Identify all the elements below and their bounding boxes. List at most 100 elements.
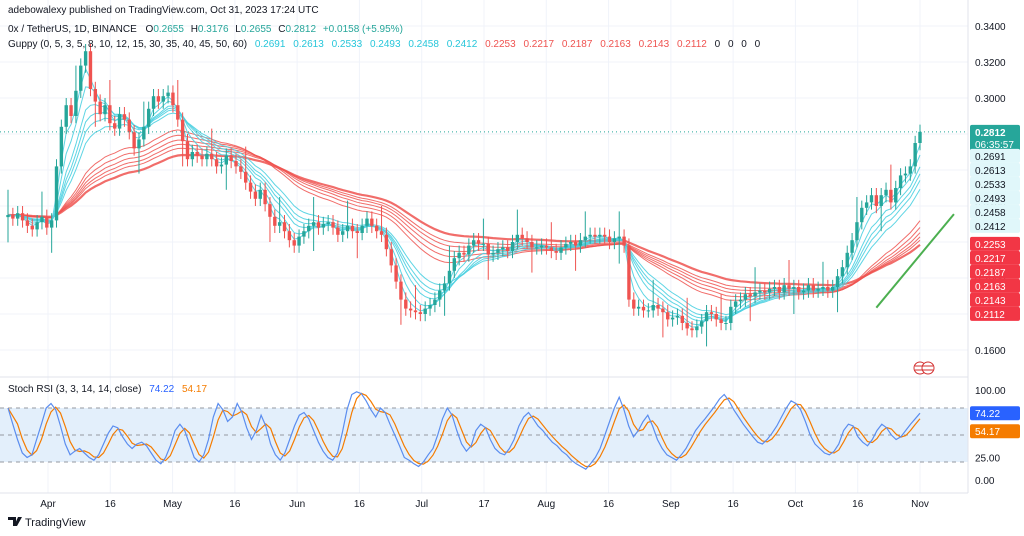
candle-body xyxy=(554,251,558,253)
candle-body xyxy=(205,153,209,160)
candle-body xyxy=(840,267,845,277)
stoch-tick-label: 0.00 xyxy=(975,476,995,487)
candle-body xyxy=(544,245,549,248)
candle-body xyxy=(180,119,185,142)
candle-body xyxy=(816,288,820,291)
candle-body xyxy=(35,222,39,230)
candle-body xyxy=(384,234,389,250)
candle-body xyxy=(326,222,330,224)
candle-body xyxy=(418,312,423,314)
stoch-legend[interactable]: Stoch RSI (3, 3, 14, 14, close) 74.22 54… xyxy=(8,384,207,395)
candle-body xyxy=(496,249,500,253)
ohlc-close: 0.2812 xyxy=(285,24,316,35)
candle-body xyxy=(195,152,199,156)
candle-body xyxy=(811,285,815,291)
candle-body xyxy=(714,314,718,320)
short-ema-tag: 0.2691 xyxy=(975,152,1006,163)
time-tick-label: Sep xyxy=(662,499,680,510)
stoch-d-value: 54.17 xyxy=(182,384,207,395)
candle-body xyxy=(903,173,908,176)
candle-body xyxy=(413,310,418,313)
ohlc-low: 0.2655 xyxy=(241,24,272,35)
candle-body xyxy=(690,328,694,331)
candle-body xyxy=(161,96,165,102)
candle-body xyxy=(79,65,83,91)
candle-body xyxy=(539,245,544,248)
candle-body xyxy=(850,240,854,253)
candle-body xyxy=(806,285,811,291)
candle-body xyxy=(20,213,25,221)
tradingview-logo-icon xyxy=(8,517,22,526)
candle-body xyxy=(505,247,510,251)
candle-body xyxy=(598,234,602,237)
candle-body xyxy=(210,153,214,160)
candle-body xyxy=(675,315,680,318)
price-tag-value: 0.2812 xyxy=(975,128,1006,139)
candle-body xyxy=(127,119,131,133)
time-tick-label: Oct xyxy=(788,499,804,510)
time-tick-label: 16 xyxy=(354,499,366,510)
candle-body xyxy=(457,252,461,259)
candle-body xyxy=(117,114,122,129)
candle-body xyxy=(826,287,830,291)
candle-body xyxy=(433,299,437,305)
candle-body xyxy=(491,252,495,255)
candle-body xyxy=(709,312,714,314)
guppy-long-2: 0.2187 xyxy=(562,39,593,50)
candle-body xyxy=(884,189,888,196)
candle-body xyxy=(171,92,175,106)
candle-body xyxy=(733,301,738,307)
candle-body xyxy=(30,225,34,230)
symbol-legend[interactable]: 0x / TetherUS, 1D, BINANCE O0.2655 H0.31… xyxy=(8,24,403,35)
chart-svg: 0.34000.32000.30000.28000.26000.24000.22… xyxy=(0,0,1020,529)
candle-body xyxy=(176,105,180,120)
candle-body xyxy=(292,240,296,246)
candle-body xyxy=(680,315,684,323)
guppy-legend[interactable]: Guppy (0, 5, 3, 5, 8, 10, 12, 15, 30, 35… xyxy=(8,39,761,50)
candle-body xyxy=(758,290,762,293)
candle-body xyxy=(845,252,849,268)
candle-body xyxy=(263,189,267,205)
guppy-long-0: 0.2253 xyxy=(485,39,516,50)
candle-body xyxy=(224,155,228,165)
candle-body xyxy=(350,225,355,232)
tradingview-logo[interactable]: TradingView xyxy=(8,517,86,529)
candle-body xyxy=(389,249,393,266)
us-flag-event-icon[interactable] xyxy=(913,361,935,375)
candle-body xyxy=(355,231,359,233)
candle-body xyxy=(462,252,466,255)
candle-body xyxy=(54,166,59,221)
candle-body xyxy=(244,171,248,183)
candle-body xyxy=(234,161,238,167)
candle-body xyxy=(913,143,917,167)
candle-body xyxy=(64,105,68,127)
guppy-short-5: 0.2412 xyxy=(447,39,478,50)
candle-body xyxy=(860,207,864,223)
candle-body xyxy=(258,189,262,199)
candle-body xyxy=(898,175,903,188)
candle-body xyxy=(442,283,447,291)
candle-body xyxy=(404,299,408,309)
candle-body xyxy=(787,285,791,289)
candle-body xyxy=(156,96,161,102)
stoch-k-tag: 74.22 xyxy=(975,409,1000,420)
candle-body xyxy=(345,225,350,232)
guppy-long-3: 0.2163 xyxy=(600,39,631,50)
candle-body xyxy=(423,308,427,314)
candle-body xyxy=(874,195,879,206)
guppy-long-5: 0.2112 xyxy=(677,39,707,50)
guppy-zero-3: 0 xyxy=(755,39,761,50)
candle-body xyxy=(132,132,136,149)
candle-body xyxy=(767,288,772,293)
published-note: adebowalexy published on TradingView.com… xyxy=(8,5,319,16)
candle-body xyxy=(573,242,578,246)
candle-body xyxy=(6,215,10,218)
candle-body xyxy=(88,51,93,89)
candle-body xyxy=(239,166,243,172)
candle-body xyxy=(370,218,374,226)
candle-body xyxy=(98,101,102,115)
candle-body xyxy=(704,312,709,322)
candle-body xyxy=(108,105,112,124)
candle-body xyxy=(792,287,796,289)
candle-body xyxy=(103,105,107,115)
